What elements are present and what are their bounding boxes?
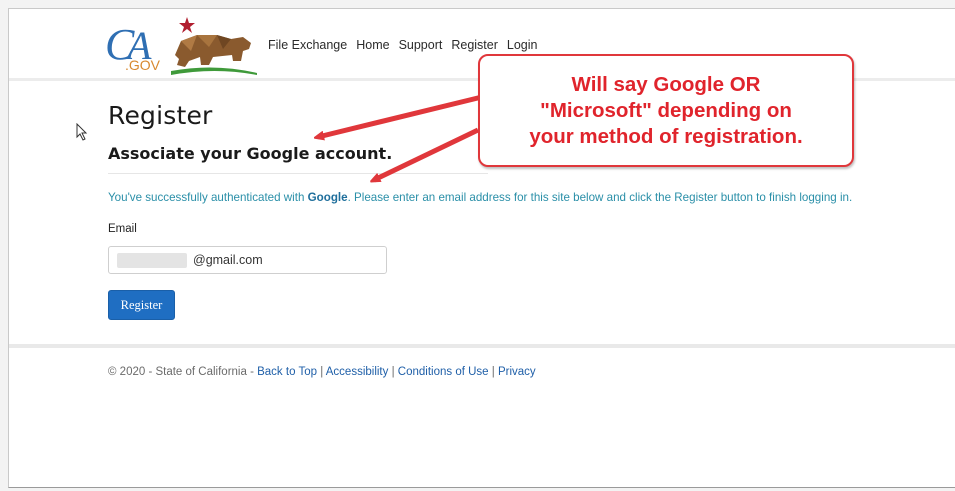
- footer-link-privacy[interactable]: Privacy: [498, 366, 536, 378]
- page-title: Register: [108, 101, 213, 130]
- redacted-username: [117, 253, 187, 268]
- mouse-pointer-icon: [76, 123, 88, 141]
- ca-gov-logo[interactable]: C A .GOV: [105, 15, 257, 77]
- nav-support[interactable]: Support: [399, 38, 443, 52]
- info-prefix: You've successfully authenticated with: [108, 191, 308, 204]
- site-footer: © 2020 - State of California - Back to T…: [108, 366, 536, 378]
- svg-text:.GOV: .GOV: [125, 57, 161, 73]
- info-suffix: . Please enter an email address for this…: [347, 191, 853, 204]
- nav-file-exchange[interactable]: File Exchange: [268, 38, 347, 52]
- footer-link-back-to-top[interactable]: Back to Top: [257, 366, 317, 378]
- callout-line-2: "Microsoft" depending on: [540, 98, 792, 122]
- annotation-callout: Will say Google OR "Microsoft" depending…: [478, 54, 854, 167]
- callout-line-1: Will say Google OR: [571, 72, 761, 96]
- nav-register[interactable]: Register: [451, 38, 498, 52]
- page-subtitle: Associate your Google account.: [108, 144, 393, 163]
- footer-link-accessibility[interactable]: Accessibility: [326, 366, 389, 378]
- footer-copyright: © 2020 - State of California -: [108, 366, 258, 378]
- callout-line-3: your method of registration.: [529, 124, 803, 148]
- register-button[interactable]: Register: [108, 290, 175, 320]
- email-label: Email: [108, 223, 137, 235]
- footer-divider: [9, 344, 955, 348]
- nav-home[interactable]: Home: [356, 38, 389, 52]
- email-value: @gmail.com: [193, 253, 263, 267]
- top-nav: File Exchange Home Support Register Logi…: [268, 38, 546, 52]
- auth-info-message: You've successfully authenticated with G…: [108, 191, 852, 204]
- nav-login[interactable]: Login: [507, 38, 538, 52]
- email-field[interactable]: @gmail.com: [108, 246, 387, 274]
- subtitle-divider: [108, 173, 488, 174]
- footer-link-conditions-of-use[interactable]: Conditions of Use: [398, 366, 489, 378]
- info-provider: Google: [307, 191, 348, 204]
